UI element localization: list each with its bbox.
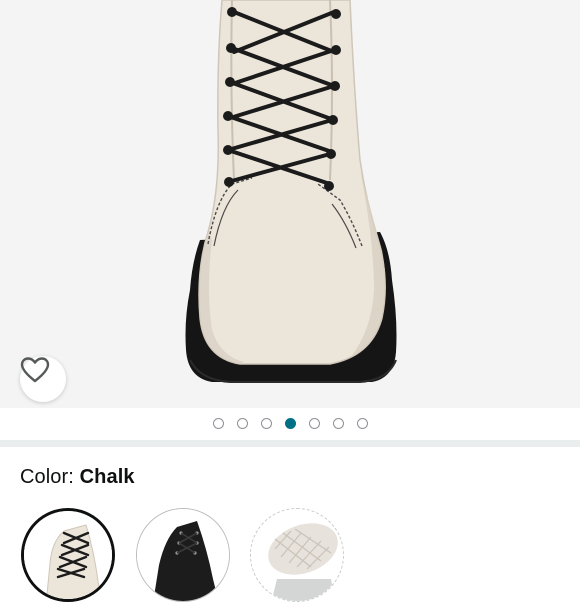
color-swatch-chalk[interactable] [21, 508, 115, 602]
wishlist-button[interactable] [20, 356, 66, 402]
gallery-dot[interactable] [212, 417, 224, 429]
color-variation-label: Color: Chalk [20, 466, 135, 489]
section-divider [0, 440, 580, 447]
boot-photo [185, 0, 397, 383]
gallery-dot[interactable] [260, 417, 272, 429]
color-swatch-black[interactable] [136, 508, 230, 602]
selected-color-value: Chalk [79, 466, 135, 488]
gallery-dot[interactable] [356, 417, 368, 429]
black-boot-thumbnail [137, 509, 229, 601]
gallery-dot[interactable] [284, 417, 296, 429]
color-label-prefix: Color: [20, 466, 80, 488]
gallery-dot[interactable] [236, 417, 248, 429]
product-image-gallery[interactable] [0, 0, 580, 408]
gallery-dot[interactable] [332, 417, 344, 429]
chalk-boot-thumbnail [24, 511, 112, 599]
heart-outline-icon [20, 357, 50, 383]
white-sole-thumbnail [251, 509, 343, 601]
gallery-pagination [0, 408, 580, 438]
gallery-dot[interactable] [308, 417, 320, 429]
color-swatch-white[interactable] [250, 508, 344, 602]
